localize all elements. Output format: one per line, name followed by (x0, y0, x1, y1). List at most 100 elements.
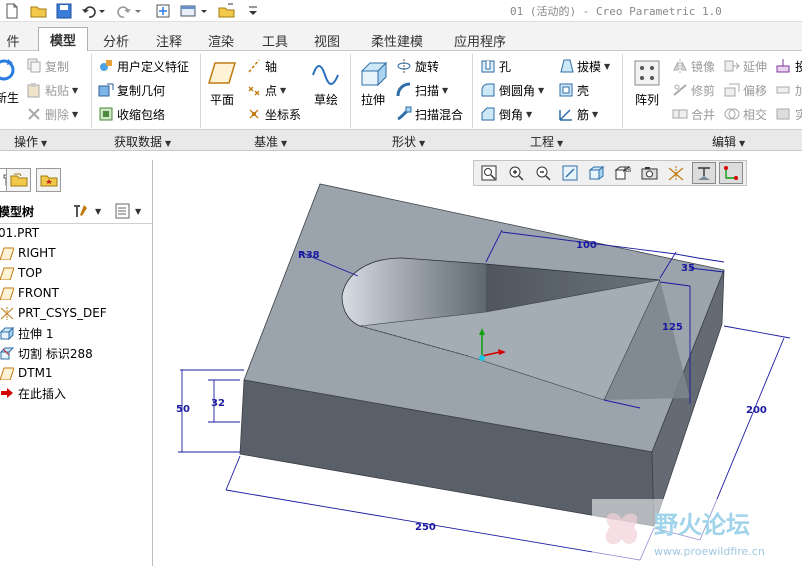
tree-item-front[interactable]: FRONT (0, 284, 59, 302)
shrinkwrap-button[interactable]: 收缩包络 (98, 105, 165, 123)
tree-item-part[interactable]: 01.PRT (0, 224, 39, 242)
tree-item-csys[interactable]: PRT_CSYS_DEF (0, 304, 107, 322)
regenerate-icon[interactable] (154, 2, 172, 19)
annotation-display-button[interactable] (692, 162, 717, 184)
axis-button[interactable]: 轴 (246, 57, 277, 75)
saved-views-button[interactable]: AB (612, 162, 636, 184)
draft-button[interactable]: 拔模 ▼ (558, 57, 610, 75)
tab-render[interactable]: 渲染 (198, 29, 244, 51)
tree-show-button[interactable]: ▼ (114, 202, 148, 220)
tree-settings-button[interactable]: ▼ (72, 202, 102, 220)
tree-item-cut[interactable]: 切割 标识288 (0, 344, 93, 362)
save-icon[interactable] (55, 2, 73, 19)
group-shapes[interactable]: 形状 ▼ (392, 133, 425, 150)
shrinkwrap-icon (99, 107, 113, 121)
display-style-icon (588, 166, 605, 180)
udf-button[interactable]: 用户定义特征 (98, 57, 189, 75)
display-style-button[interactable] (585, 162, 609, 184)
tab-flexible-modeling[interactable]: 柔性建模 (358, 29, 436, 51)
pattern-button[interactable]: 阵列 (630, 59, 664, 108)
trim-button[interactable]: 修剪 (672, 81, 715, 99)
extrude-button[interactable]: 拉伸 (357, 59, 389, 108)
thicken-button[interactable]: 加 (776, 81, 802, 99)
group-engineering[interactable]: 工程 ▼ (530, 133, 563, 150)
regenerate-button[interactable]: 新生 (0, 57, 20, 106)
tree-item-right[interactable]: RIGHT (0, 244, 56, 262)
extrude-icon (360, 61, 388, 87)
project-button[interactable]: 投 (776, 57, 802, 75)
shell-button[interactable]: 壳 (558, 81, 589, 99)
csys-button[interactable]: 坐标系 (246, 105, 301, 123)
dimension-end-offset[interactable]: 35 (681, 263, 695, 274)
open-file-icon[interactable] (30, 2, 48, 19)
extend-icon (724, 60, 740, 72)
cut-feature-icon (0, 347, 14, 360)
repaint-button[interactable] (558, 162, 582, 184)
point-button[interactable]: 点 ▼ (246, 81, 286, 99)
dimension-slot-length[interactable]: 100 (576, 240, 597, 251)
tab-favorites[interactable] (36, 168, 61, 192)
sketch-icon (312, 65, 339, 85)
revolve-button[interactable]: 旋转 (396, 57, 439, 75)
solidify-button[interactable]: 实 (776, 105, 802, 123)
tree-item-top[interactable]: TOP (0, 264, 42, 282)
project-icon (776, 59, 790, 73)
round-icon (481, 83, 495, 97)
tree-item-dtm1[interactable]: DTM1 (0, 364, 53, 382)
group-operations[interactable]: 操作 ▼ (14, 133, 47, 150)
refit-button[interactable] (477, 162, 501, 184)
customize-toolbar-icon[interactable] (246, 2, 260, 19)
copy-button[interactable]: 复制 (26, 57, 69, 75)
ribbon-divider (91, 54, 92, 128)
intersect-button[interactable]: 相交 (724, 105, 767, 123)
group-editing[interactable]: 编辑 ▼ (712, 133, 745, 150)
close-window-icon[interactable] (218, 2, 236, 19)
paste-button[interactable]: 粘贴 ▼ (26, 81, 78, 99)
rib-button[interactable]: 筋 ▼ (558, 105, 598, 123)
dimension-width[interactable]: 200 (746, 405, 767, 416)
group-datum[interactable]: 基准 ▼ (254, 133, 287, 150)
merge-button[interactable]: 合并 (672, 105, 715, 123)
hole-button[interactable]: 孔 (480, 57, 511, 75)
dimension-radius[interactable]: R38 (298, 250, 320, 261)
tab-model[interactable]: 模型 (38, 27, 88, 52)
intersect-icon (724, 108, 740, 120)
zoom-in-icon (509, 166, 524, 181)
undo-icon[interactable] (80, 2, 106, 19)
tab-applications[interactable]: 应用程序 (442, 29, 518, 51)
tab-analysis[interactable]: 分析 (92, 29, 140, 51)
sweep-button[interactable]: 扫描 ▼ (396, 81, 448, 99)
tree-item-extrude[interactable]: 拉伸 1 (0, 324, 53, 342)
sketch-button[interactable]: 草绘 (310, 59, 342, 108)
zoom-out-button[interactable] (531, 162, 555, 184)
dimension-slot-width[interactable]: 125 (662, 322, 683, 333)
redo-icon[interactable] (116, 2, 142, 19)
tree-item-insert-here[interactable]: 在此插入 (0, 384, 66, 402)
new-file-icon[interactable] (4, 2, 20, 19)
tab-annotate[interactable]: 注释 (146, 29, 192, 51)
offset-button[interactable]: 偏移 (724, 81, 767, 99)
tab-tools[interactable]: 工具 (252, 29, 298, 51)
round-button[interactable]: 倒圆角 ▼ (480, 81, 544, 99)
copy-geometry-button[interactable]: 复制几何 (98, 81, 165, 99)
spin-center-button[interactable] (719, 162, 744, 184)
ribbon-group-labels: 操作 ▼ 获取数据 ▼ 基准 ▼ 形状 ▼ 工程 ▼ 编辑 ▼ (0, 129, 802, 151)
tab-view[interactable]: 视图 (304, 29, 350, 51)
dimension-total-depth[interactable]: 50 (176, 404, 190, 415)
tab-folder-browser[interactable] (6, 168, 31, 192)
mirror-button[interactable]: 镜像 (672, 57, 715, 75)
view-manager-button[interactable] (638, 162, 662, 184)
group-get-data[interactable]: 获取数据 ▼ (114, 133, 171, 150)
delete-button[interactable]: 删除 ▼ (26, 105, 78, 123)
windows-icon[interactable] (180, 2, 210, 19)
tab-file[interactable]: 件 (0, 29, 26, 51)
zoom-in-button[interactable] (504, 162, 528, 184)
datum-display-button[interactable] (665, 162, 689, 184)
plane-button[interactable]: 平面 (206, 59, 238, 108)
zoom-out-icon (536, 166, 551, 181)
extend-button[interactable]: 延伸 (724, 57, 767, 75)
chamfer-button[interactable]: 倒角 ▼ (480, 105, 532, 123)
dimension-cut-depth[interactable]: 32 (211, 398, 225, 409)
dimension-length[interactable]: 250 (415, 522, 436, 533)
swept-blend-button[interactable]: 扫描混合 (396, 105, 463, 123)
